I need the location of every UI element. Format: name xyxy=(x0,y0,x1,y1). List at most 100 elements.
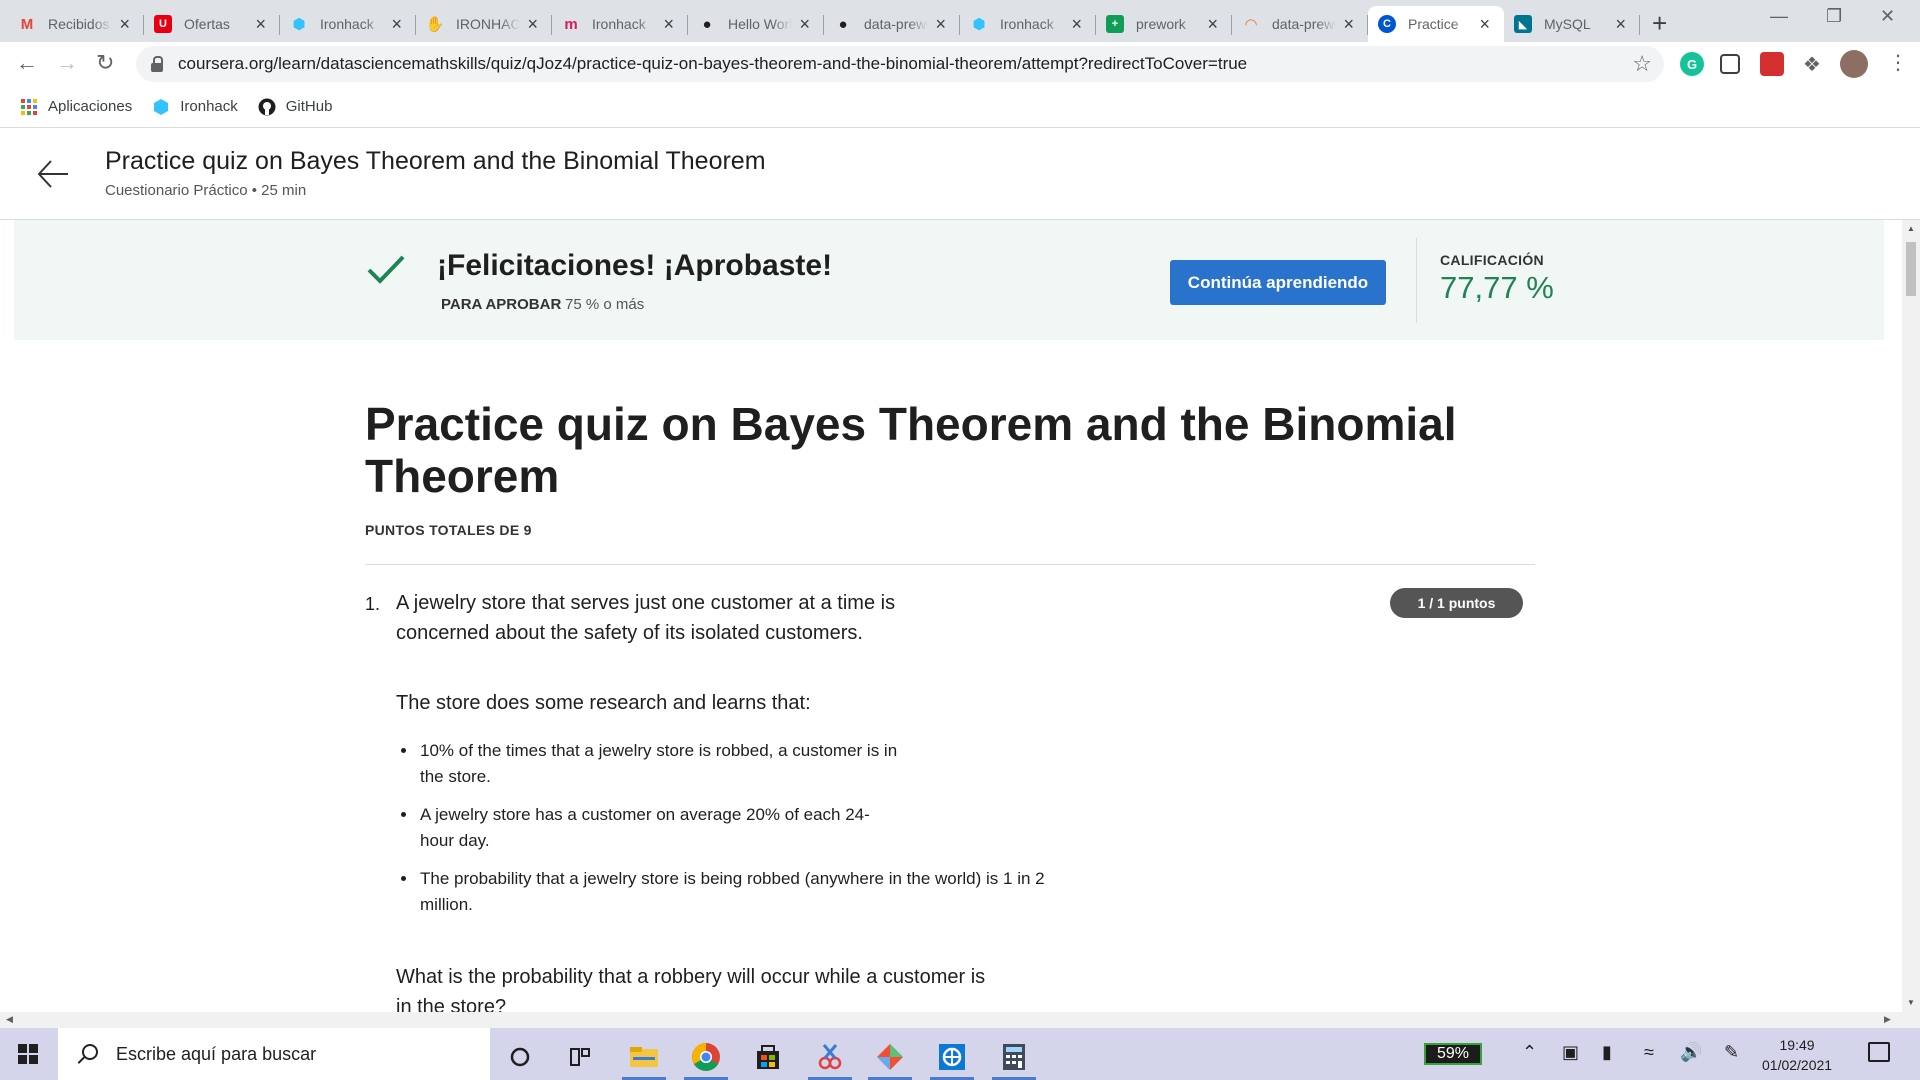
cortana-icon[interactable] xyxy=(496,1034,544,1080)
scroll-right-icon[interactable]: ▶ xyxy=(1884,1014,1891,1025)
header-title: Practice quiz on Bayes Theorem and the B… xyxy=(105,147,766,175)
gitkraken-icon[interactable] xyxy=(866,1034,914,1080)
m-logo-icon: m xyxy=(564,15,578,33)
total-points: PUNTOS TOTALES DE 9 xyxy=(365,522,532,538)
forward-arrow-icon[interactable]: → xyxy=(56,50,78,76)
browser-tab[interactable]: ◣ MySQL × xyxy=(1504,6,1640,42)
taskbar-search[interactable]: Escribe aquí para buscar xyxy=(58,1028,490,1080)
extensions-puzzle-icon[interactable]: ❖ xyxy=(1800,52,1824,76)
back-arrow-icon[interactable] xyxy=(36,157,70,191)
task-view-icon[interactable] xyxy=(556,1034,604,1080)
reload-icon[interactable]: ↻ xyxy=(96,50,114,76)
question-intro: The store does some research and learns … xyxy=(396,692,811,714)
vertical-scrollbar[interactable]: ▲ ▼ xyxy=(1902,220,1920,1012)
close-tab-icon[interactable]: × xyxy=(527,14,538,35)
calculator-icon[interactable] xyxy=(990,1034,1038,1080)
browser-tab[interactable]: ● Hello World × xyxy=(688,6,824,42)
divider xyxy=(1416,238,1417,323)
back-arrow-icon[interactable]: ← xyxy=(16,50,38,76)
close-tab-icon[interactable]: × xyxy=(119,14,130,35)
vpn-app-icon[interactable] xyxy=(928,1034,976,1080)
profile-avatar[interactable] xyxy=(1840,50,1868,78)
close-tab-icon[interactable]: × xyxy=(391,14,402,35)
close-tab-icon[interactable]: × xyxy=(799,14,810,35)
url-text[interactable]: coursera.org/learn/datasciencemathskills… xyxy=(178,54,1247,74)
minimize-icon[interactable]: — xyxy=(1770,6,1788,27)
new-tab-button[interactable]: + xyxy=(1652,8,1667,39)
snip-tool-icon[interactable] xyxy=(806,1034,854,1080)
address-bar[interactable]: coursera.org/learn/datasciencemathskills… xyxy=(136,46,1664,82)
browser-tab[interactable]: m Ironhack × xyxy=(552,6,688,42)
bookmark-ironhack[interactable]: Ironhack xyxy=(152,98,238,116)
menu-dots-icon[interactable]: ⋮ xyxy=(1888,50,1908,75)
question-text: A jewelry store that serves just one cus… xyxy=(396,592,896,644)
scroll-down-icon[interactable]: ▼ xyxy=(1907,998,1915,1007)
meet-now-icon[interactable]: ▣ xyxy=(1562,1042,1579,1063)
battery-icon[interactable]: ▮ xyxy=(1602,1042,1612,1063)
file-explorer-icon[interactable] xyxy=(620,1034,668,1080)
close-tab-icon[interactable]: × xyxy=(935,14,946,35)
volume-icon[interactable]: 🔊 xyxy=(1680,1042,1702,1063)
course-header: Practice quiz on Bayes Theorem and the B… xyxy=(0,129,1920,220)
bookmark-label: Aplicaciones xyxy=(48,98,133,115)
scroll-up-icon[interactable]: ▲ xyxy=(1907,224,1915,233)
pen-icon[interactable]: ✎ xyxy=(1724,1042,1739,1063)
bookmark-apps[interactable]: Aplicaciones xyxy=(20,98,132,116)
quiz-title: Practice quiz on Bayes Theorem and the B… xyxy=(365,398,1457,502)
bookmark-github[interactable]: GitHub xyxy=(258,98,332,116)
close-tab-icon[interactable]: × xyxy=(1207,14,1218,35)
pass-message: ¡Felicitaciones! ¡Aprobaste! xyxy=(437,249,833,282)
browser-toolbar: ← → ↻ coursera.org/learn/datasciencemath… xyxy=(0,42,1920,86)
scroll-left-icon[interactable]: ◀ xyxy=(6,1014,13,1025)
browser-tab[interactable]: C Practice × xyxy=(1368,6,1504,42)
tab-strip: M Recibidos × U Ofertas × ⬢ Ironhack × ✋ IRONHACK ×… xyxy=(0,0,1920,42)
close-tab-icon[interactable]: × xyxy=(663,14,674,35)
bookmark-star-icon[interactable]: ☆ xyxy=(1632,51,1652,77)
page-content[interactable]: ¡Felicitaciones! ¡Aprobaste! PARA APROBA… xyxy=(0,220,1902,1012)
browser-tab[interactable]: M Recibidos × xyxy=(8,6,144,42)
bookmark-label: Ironhack xyxy=(180,98,238,115)
chrome-icon[interactable] xyxy=(682,1034,730,1080)
ironhack-icon: ⬢ xyxy=(292,16,306,33)
system-clock[interactable]: 19:49 01/02/2021 xyxy=(1762,1035,1832,1075)
browser-tab[interactable]: ⬢ Ironhack × xyxy=(280,6,416,42)
close-tab-icon[interactable]: × xyxy=(1343,14,1354,35)
search-placeholder: Escribe aquí para buscar xyxy=(116,1043,317,1064)
bookmarks-bar: Aplicaciones Ironhack GitHub xyxy=(0,86,1920,128)
tab-title: data-prework xyxy=(864,16,928,32)
windows-start-icon[interactable] xyxy=(18,1044,38,1064)
browser-tab[interactable]: ◠ data-prework × xyxy=(1232,6,1368,42)
close-tab-icon[interactable]: × xyxy=(255,14,266,35)
browser-tab[interactable]: ✋ IRONHACK × xyxy=(416,6,552,42)
browser-tab[interactable]: ● data-prework × xyxy=(824,6,960,42)
wifi-icon[interactable]: ≈ xyxy=(1644,1042,1654,1063)
coursera-icon: C xyxy=(1378,15,1396,33)
notifications-icon[interactable] xyxy=(1868,1042,1890,1062)
browser-tab[interactable]: ⬢ Ironhack × xyxy=(960,6,1096,42)
header-subtitle: Cuestionario Práctico • 25 min xyxy=(105,182,307,199)
result-banner: ¡Felicitaciones! ¡Aprobaste! PARA APROBA… xyxy=(14,220,1884,340)
close-tab-icon[interactable]: × xyxy=(1615,14,1626,35)
browser-tab[interactable]: U Ofertas × xyxy=(144,6,280,42)
shield-extension-icon[interactable] xyxy=(1760,52,1784,76)
store-icon[interactable] xyxy=(744,1034,792,1080)
pass-requirement-value: 75 % o más xyxy=(565,296,645,313)
scroll-thumb[interactable] xyxy=(1906,242,1916,296)
clock-date: 01/02/2021 xyxy=(1762,1057,1833,1073)
question-bullets: 10% of the times that a jewelry store is… xyxy=(418,738,1098,930)
close-tab-icon[interactable]: × xyxy=(1071,14,1082,35)
horizontal-scrollbar[interactable]: ◀ ▶ xyxy=(0,1012,1920,1028)
close-window-icon[interactable]: ✕ xyxy=(1880,6,1895,27)
grade-value: 77,77 % xyxy=(1440,270,1554,305)
chevron-up-icon[interactable]: ⌃ xyxy=(1522,1042,1537,1063)
pocket-icon[interactable] xyxy=(1720,54,1740,74)
battery-indicator[interactable]: 59% xyxy=(1424,1043,1482,1065)
tab-title: Ironhack xyxy=(1000,16,1054,32)
restore-icon[interactable]: ❐ xyxy=(1826,6,1842,27)
browser-tab[interactable]: + prework × xyxy=(1096,6,1232,42)
grammarly-icon[interactable]: G xyxy=(1680,52,1704,76)
tab-title: MySQL xyxy=(1544,16,1591,32)
close-tab-icon[interactable]: × xyxy=(1479,14,1490,35)
ironhack-icon: ⬢ xyxy=(972,16,986,33)
continue-learning-button[interactable]: Continúa aprendiendo xyxy=(1170,260,1386,305)
